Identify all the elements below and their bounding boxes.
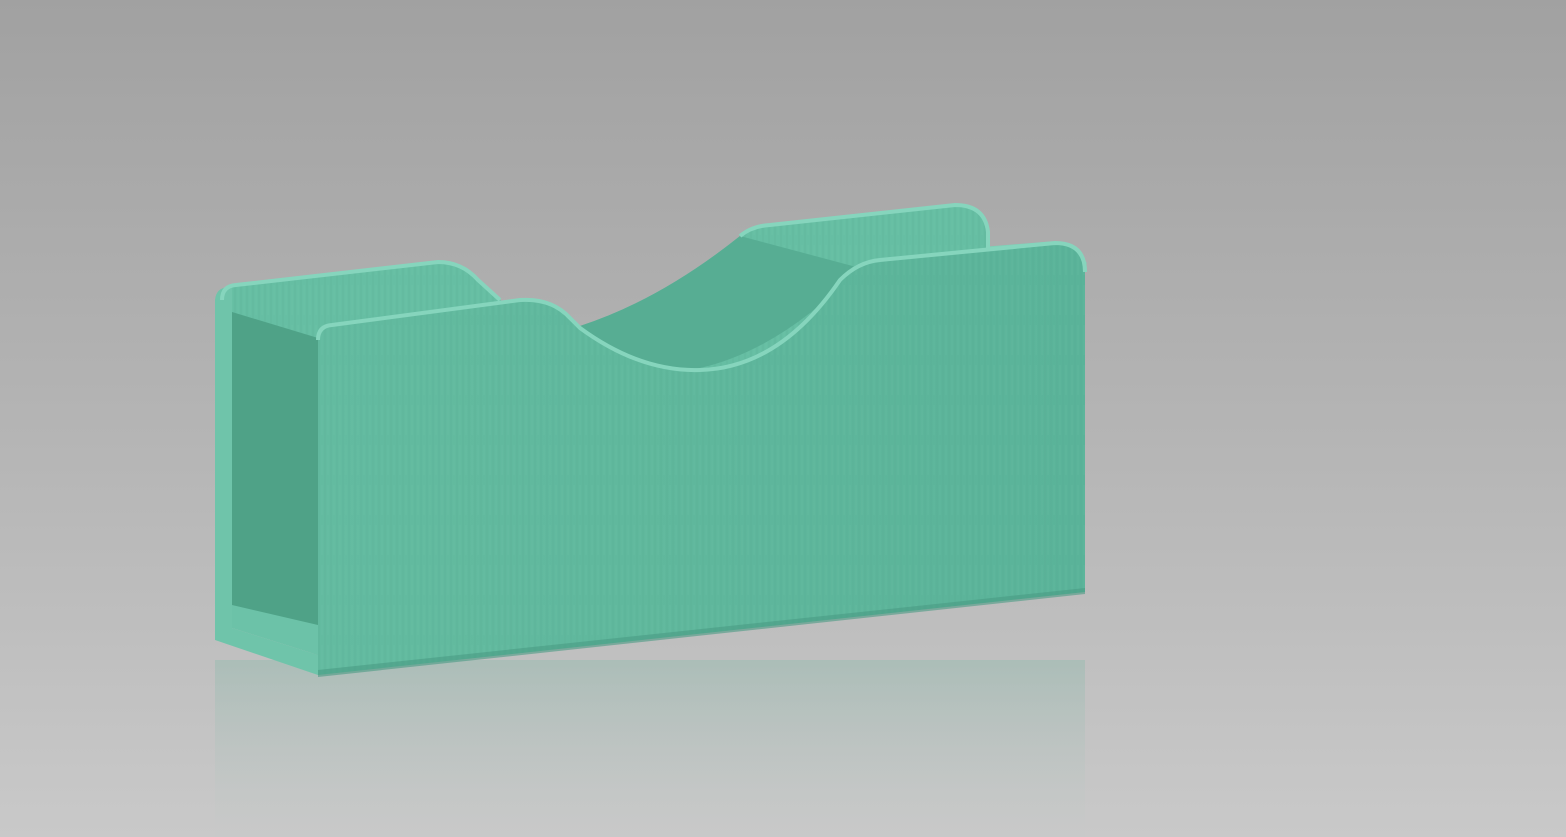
left-interior [232,312,318,655]
floor-reflection [215,660,1085,837]
render-scene [0,0,1566,837]
